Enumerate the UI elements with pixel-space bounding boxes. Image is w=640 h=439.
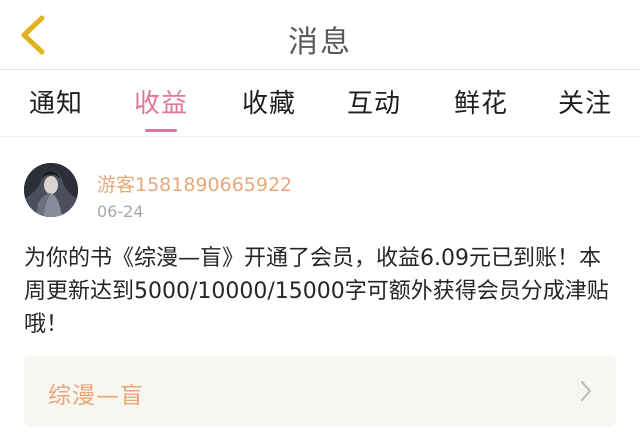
- tab-earnings[interactable]: 收益: [131, 83, 191, 135]
- tab-label: 鲜花: [453, 89, 508, 119]
- chevron-right-icon: [580, 380, 592, 402]
- book-title: 综漫—盲: [48, 383, 144, 409]
- message-item: 游客1581890665922 06-24 为你的书《综漫—盲》开通了会员，收益…: [0, 138, 640, 439]
- tab-flowers[interactable]: 鲜花: [451, 83, 511, 135]
- tab-label: 关注: [557, 89, 612, 119]
- tab-favorites[interactable]: 收藏: [239, 83, 299, 135]
- tab-label: 通知: [28, 89, 83, 119]
- book-link-card[interactable]: 综漫—盲: [24, 356, 616, 426]
- message-content: 为你的书《综漫—盲》开通了会员，收益6.09元已到账！本周更新达到5000/10…: [24, 246, 609, 337]
- avatar-image: [24, 163, 78, 217]
- tab-label: 收益: [133, 89, 188, 119]
- tab-label: 互动: [346, 89, 401, 119]
- header-bar: 消息: [0, 0, 640, 70]
- tab-notifications[interactable]: 通知: [26, 83, 86, 135]
- tab-label: 收藏: [241, 89, 296, 119]
- message-date: 06-24: [97, 202, 144, 221]
- tab-bar: 通知 收益 收藏 互动 鲜花 关注: [0, 71, 640, 137]
- avatar[interactable]: [24, 163, 78, 217]
- page-title: 消息: [288, 25, 352, 60]
- tab-underline: [145, 129, 177, 132]
- tab-interactions[interactable]: 互动: [344, 83, 404, 135]
- username[interactable]: 游客1581890665922: [97, 170, 292, 197]
- tab-following[interactable]: 关注: [555, 83, 615, 135]
